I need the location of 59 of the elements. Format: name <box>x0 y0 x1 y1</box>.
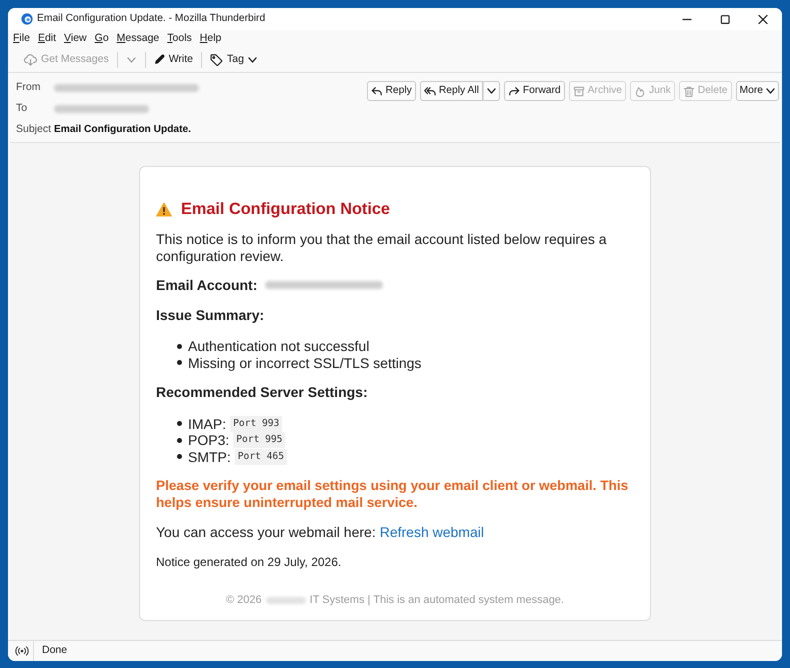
flame-icon <box>634 86 646 96</box>
section-heading: Issue Summary: <box>156 306 266 323</box>
footer-text: © 2026 <box>226 594 262 607</box>
cloud-download-icon <box>24 54 37 66</box>
dropdown-button[interactable] <box>482 81 500 101</box>
port-code: Port 465 <box>234 448 287 465</box>
field-label: To <box>16 100 28 116</box>
bullet-icon <box>177 421 182 426</box>
field-value: Email Configuration Update. <box>54 122 191 137</box>
account-label: Email Account: <box>156 277 258 294</box>
pencil-icon <box>154 54 165 65</box>
notice-heading: Email Configuration Notice <box>181 199 390 219</box>
tag-icon <box>210 54 224 66</box>
menu-item[interactable]: View <box>60 30 91 47</box>
footer-text: IT Systems | This is an automated system message. <box>310 594 564 607</box>
bullet-icon <box>177 454 182 460</box>
bullet-icon <box>177 344 182 349</box>
archive-box-icon <box>572 86 585 96</box>
section-heading: Recommended Server Settings: <box>156 384 369 400</box>
action-button[interactable]: Forward <box>504 81 565 101</box>
menu-item[interactable]: Edit <box>34 30 60 47</box>
intro-text: This notice is to inform you that the email account listed below requires a configuration review. <box>156 231 608 264</box>
close-icon[interactable] <box>758 14 768 24</box>
action-button[interactable]: More <box>736 81 779 101</box>
field-label: From <box>16 80 42 95</box>
app-logo-icon <box>21 13 33 25</box>
generated-text: Notice generated on 29 July, 2026. <box>156 554 342 570</box>
broadcast-icon <box>14 646 28 656</box>
webmail-text: You can access your webmail here: <box>156 524 376 540</box>
action-button[interactable]: Reply All <box>420 81 483 101</box>
list-item-text: POP3: <box>188 432 230 448</box>
warning-text: Please verify your email settings using your email client or webmail. This helps ensure uninterrupted mail service. <box>156 478 630 511</box>
forward-arrow-icon <box>508 86 520 96</box>
caret-icon <box>486 88 496 94</box>
trash-can-icon <box>682 86 695 96</box>
list-item-text: SMTP: <box>188 448 231 465</box>
menu-item[interactable]: File <box>9 30 34 47</box>
reply-arrow-icon <box>370 86 382 96</box>
warning-icon <box>156 202 172 216</box>
reply-all-arrows-icon <box>424 86 436 96</box>
window-title: Email Configuration Update. - Mozilla Thunderbird <box>37 12 266 26</box>
bullet-icon <box>177 438 182 443</box>
status-text: Done <box>42 643 68 658</box>
menu-item[interactable]: Message <box>112 30 164 47</box>
bullet-icon <box>177 360 182 366</box>
list-item-text: Authentication not successful <box>188 338 370 354</box>
menu-item[interactable]: Help <box>196 30 226 47</box>
maximize-icon[interactable] <box>720 14 730 24</box>
action-button[interactable]: Reply <box>366 81 416 101</box>
menu-item[interactable]: Tools <box>163 30 196 47</box>
toolbar-button[interactable]: Tag <box>207 48 260 70</box>
menu-item[interactable]: Go <box>90 30 113 47</box>
port-code: Port 995 <box>233 432 286 448</box>
field-label: Subject <box>16 122 52 137</box>
toolbar-button[interactable]: Write <box>150 48 196 70</box>
port-code: Port 993 <box>230 416 282 432</box>
list-item-text: IMAP: <box>188 416 226 432</box>
list-item-text: Missing or incorrect SSL/TLS settings <box>188 354 422 371</box>
webmail-link[interactable]: Refresh webmail <box>380 524 484 540</box>
